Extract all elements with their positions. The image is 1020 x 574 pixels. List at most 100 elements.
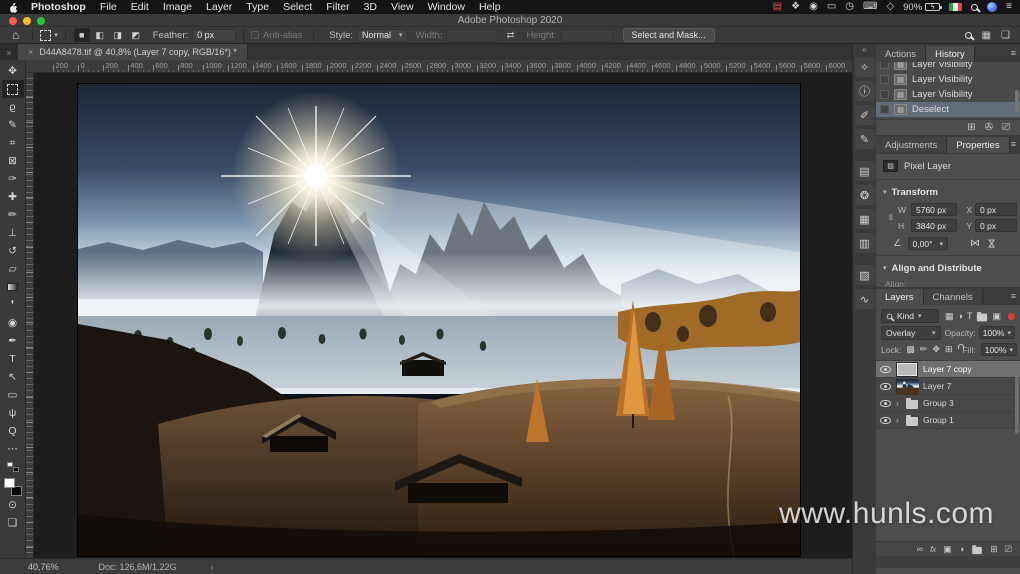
history-source-checkbox[interactable] — [880, 90, 889, 99]
filter-smart-objects-icon[interactable]: ▣ — [992, 311, 1001, 322]
menu-item-help[interactable]: Help — [479, 1, 501, 13]
menu-item-filter[interactable]: Filter — [326, 1, 349, 13]
layer-visibility-eye-icon[interactable] — [880, 417, 891, 424]
swap-dimensions-icon[interactable]: ⇄ — [506, 30, 514, 41]
filter-pixel-layers-icon[interactable]: ▦ — [945, 311, 954, 322]
color-panel-icon[interactable]: ❂ — [855, 185, 875, 205]
control-center-icon[interactable]: ≡ — [1006, 2, 1012, 12]
lock-transparency-icon[interactable]: ▩ — [906, 344, 915, 355]
gradients-panel-icon[interactable]: ▥ — [855, 233, 875, 253]
layer-row-layer-7[interactable]: Layer 7 — [876, 378, 1020, 395]
pen-tool[interactable]: ✒ — [2, 332, 24, 350]
tab-channels[interactable]: Channels — [924, 289, 983, 305]
panel-menu-icon[interactable]: ≡ — [1011, 291, 1016, 301]
frame-tool[interactable]: ⊠ — [2, 152, 24, 170]
delete-state-icon[interactable]: ⎚ — [1002, 122, 1010, 133]
gradient-tool[interactable] — [2, 278, 24, 296]
history-state-row[interactable]: ▤ Layer Visibility — [876, 62, 1020, 72]
menu-item-edit[interactable]: Edit — [131, 1, 149, 13]
styles-panel-icon[interactable]: ▨ — [855, 265, 875, 285]
rectangular-marquee-tool[interactable] — [2, 80, 24, 98]
history-source-checkbox[interactable] — [880, 62, 889, 69]
creative-cloud-icon[interactable]: ◉ — [809, 2, 818, 12]
fill-input[interactable]: 100% ▾ — [981, 343, 1017, 356]
search-icon[interactable] — [965, 32, 972, 39]
keyboard-icon[interactable]: ⌨ — [863, 2, 877, 12]
zoom-level-field[interactable]: 40,76% — [28, 562, 59, 572]
menu-item-image[interactable]: Image — [163, 1, 192, 13]
filter-group-layers-icon[interactable] — [977, 313, 987, 321]
lock-artboard-icon[interactable]: ⊞ — [945, 344, 953, 355]
history-state-row[interactable]: ▤ Layer Visibility — [876, 72, 1020, 87]
foreground-background-colors[interactable] — [3, 478, 23, 496]
menu-app-name[interactable]: Photoshop — [31, 1, 86, 13]
transform-x-input[interactable]: 0 px — [975, 203, 1017, 216]
rotation-angle-input[interactable]: 0,00° ▾ — [908, 237, 948, 250]
layer-row-group-3[interactable]: › Group 3 — [876, 395, 1020, 412]
eraser-tool[interactable]: ▱ — [2, 260, 24, 278]
panel-scrollbar[interactable] — [1015, 374, 1019, 434]
home-icon[interactable]: ⌂ — [12, 28, 19, 42]
history-brush-tool[interactable]: ↺ — [2, 242, 24, 260]
history-source-checkbox[interactable] — [880, 75, 889, 84]
new-selection-mode-button[interactable]: ■ — [74, 28, 90, 42]
filter-type-layers-icon[interactable]: T — [967, 311, 973, 321]
add-adjustment-layer-icon[interactable]: ◑ — [959, 544, 964, 554]
status-chevron-icon[interactable]: › — [211, 562, 214, 572]
hand-tool[interactable]: ψ — [2, 404, 24, 422]
anti-alias-checkbox[interactable] — [251, 31, 259, 39]
transform-section-header[interactable]: ▾ Transform — [883, 184, 1013, 200]
menu-item-view[interactable]: View — [391, 1, 414, 13]
tab-adjustments[interactable]: Adjustments — [876, 137, 947, 153]
sidecar-icon[interactable]: ▤ — [773, 2, 782, 12]
lock-paint-icon[interactable]: ✏ — [920, 344, 928, 355]
transform-width-input[interactable]: 5760 px — [911, 203, 957, 216]
path-selection-tool[interactable]: ↖ — [2, 368, 24, 386]
new-document-from-state-icon[interactable]: ⊞ — [967, 122, 975, 133]
healing-brush-tool[interactable]: ✚ — [2, 188, 24, 206]
history-state-row[interactable]: ▤ Layer Visibility — [876, 87, 1020, 102]
history-scrollbar[interactable] — [1015, 90, 1019, 112]
width-input[interactable] — [446, 29, 498, 42]
link-dimensions-icon[interactable]: ∞ — [886, 214, 896, 222]
info-panel-icon[interactable]: ⓘ — [855, 81, 875, 101]
menu-item-file[interactable]: File — [100, 1, 117, 13]
airdrop-icon[interactable]: ◇ — [886, 2, 894, 12]
display-icon[interactable]: ▭ — [827, 2, 836, 12]
layer-filter-kind-dropdown[interactable]: Kind ▾ — [881, 309, 939, 323]
layer-thumbnail[interactable] — [896, 362, 918, 377]
zoom-tool[interactable]: Q — [2, 422, 24, 440]
expand-group-icon[interactable]: › — [896, 416, 901, 425]
layer-visibility-eye-icon[interactable] — [880, 383, 891, 390]
layer-filter-toggle[interactable] — [1008, 313, 1015, 320]
layer-visibility-eye-icon[interactable] — [880, 400, 891, 407]
opacity-input[interactable]: 100% ▾ — [979, 326, 1015, 339]
select-and-mask-button[interactable]: Select and Mask... — [623, 28, 715, 42]
menu-item-type[interactable]: Type — [246, 1, 269, 13]
menu-item-window[interactable]: Window — [428, 1, 465, 13]
close-document-icon[interactable]: × — [28, 47, 33, 57]
workspace-grid-icon[interactable]: ▦ — [982, 30, 991, 41]
add-selection-mode-button[interactable]: ◧ — [92, 28, 108, 42]
history-state-row-selected[interactable]: ▤ Deselect — [876, 102, 1020, 117]
quick-mask-button[interactable]: ⊙ — [2, 496, 24, 514]
menu-item-3d[interactable]: 3D — [364, 1, 377, 13]
vertical-ruler[interactable] — [26, 73, 34, 558]
expand-group-icon[interactable]: › — [896, 399, 901, 408]
document-tab[interactable]: × D44A8478.tif @ 40,8% (Layer 7 copy, RG… — [18, 44, 248, 60]
type-tool[interactable]: T — [2, 350, 24, 368]
edit-toolbar-icon[interactable]: ⋯ — [2, 440, 24, 458]
style-dropdown[interactable]: Normal ▾ — [357, 29, 408, 42]
tab-layers[interactable]: Layers — [876, 289, 924, 305]
new-snapshot-icon[interactable]: ✇ — [985, 122, 993, 133]
brush-tool[interactable]: ✏ — [2, 206, 24, 224]
screen-mode-button[interactable]: ❏ — [2, 514, 24, 532]
link-layers-icon[interactable]: ∞ — [917, 544, 923, 554]
libraries-panel-icon[interactable]: ▤ — [855, 161, 875, 181]
siri-icon[interactable] — [987, 2, 997, 12]
layer-row-layer-7-copy[interactable]: Layer 7 copy — [876, 361, 1020, 378]
layer-row-group-1[interactable]: › Group 1 — [876, 412, 1020, 429]
eyedropper-tool[interactable]: ✑ — [2, 170, 24, 188]
learn-panel-icon[interactable]: ✧ — [855, 57, 875, 77]
menu-item-select[interactable]: Select — [283, 1, 312, 13]
